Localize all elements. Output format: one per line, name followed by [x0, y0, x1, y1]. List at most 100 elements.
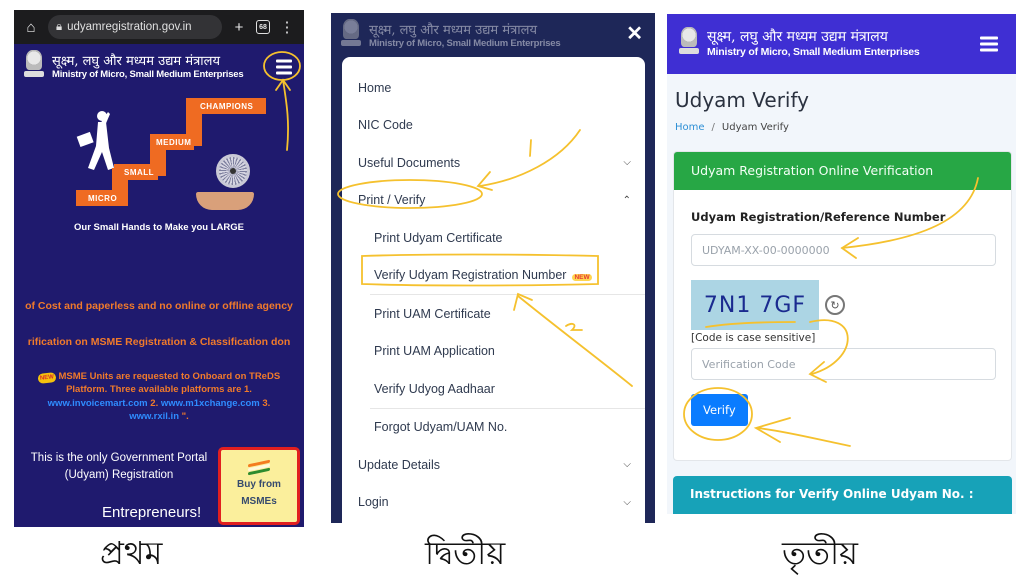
breadcrumb-home[interactable]: Home — [675, 122, 705, 133]
govt-line-1: This is the only Government Portal — [30, 452, 208, 464]
buy-label-line1: Buy from — [237, 478, 281, 490]
govt-portal-text: This is the only Government Portal (Udya… — [14, 450, 224, 483]
menu-label: Verify Udyam Registration Number — [374, 268, 567, 283]
verify-button[interactable]: Verify — [691, 394, 748, 426]
notice-separator: 3. — [259, 397, 271, 409]
url-text: udyamregistration.gov.in — [67, 21, 192, 33]
menu-label: Home — [358, 80, 392, 95]
buy-label-line2: MSMEs — [241, 496, 277, 507]
entrepreneurs-text: Entrepreneurs! — [102, 504, 202, 521]
menu-item-verify-udyam-registration[interactable]: Verify Udyam Registration Number NEW — [342, 257, 645, 295]
new-badge: NEW — [37, 372, 57, 385]
ministry-title-english: Ministry of Micro, Small Medium Enterpri… — [369, 38, 561, 50]
stair-label-micro: MICRO — [88, 194, 118, 203]
breadcrumb-current: Udyam Verify — [721, 122, 789, 133]
marquee-text-2: rification on MSME Registration & Classi… — [27, 336, 291, 348]
panel-first-home: ⌂ 🔒︎ udyamregistration.gov.in + 68 ⋮ सूक… — [14, 10, 304, 527]
refresh-captcha-icon[interactable]: ↻ — [825, 295, 845, 315]
menu-label: Verify Udyog Aadhaar — [374, 381, 495, 396]
notice-text: MSME Units are requested to Onboard on T… — [58, 371, 281, 396]
hamburger-menu-icon[interactable] — [276, 59, 292, 75]
card-header: Udyam Registration Online Verification — [674, 152, 1011, 190]
panel-second-menu: सूक्ष्म, लघु और मध्यम उद्यम मंत्रालय Min… — [331, 13, 655, 523]
panel-third-verify: सूक्ष्म, लघु और मध्यम उद्यम मंत्रालय Min… — [667, 14, 1016, 514]
registration-number-label: Udyam Registration/Reference Number — [691, 210, 946, 224]
caption-first: প্রথম — [100, 534, 163, 572]
businessman-climbing-icon — [76, 111, 114, 170]
treds-notice: NEW MSME Units are requested to Onboard … — [26, 370, 292, 423]
caption-third: তৃতীয় — [782, 534, 859, 572]
home-icon[interactable]: ⌂ — [22, 19, 40, 36]
menu-item-nic-code[interactable]: NIC Code — [342, 107, 645, 145]
new-tab-icon[interactable]: + — [230, 19, 248, 36]
banner-tagline: Our Small Hands to Make you LARGE — [74, 222, 244, 233]
link-invoicemart[interactable]: www.invoicemart.com — [48, 398, 148, 409]
menu-label: Print UAM Certificate — [374, 306, 491, 321]
menu-item-update-details[interactable]: Update Details ⌵ — [342, 446, 645, 484]
site-header: सूक्ष्म, लघु और मध्यम उद्यम मंत्रालय Min… — [14, 44, 304, 90]
link-m1xchange[interactable]: www.m1xchange.com — [161, 398, 260, 409]
menu-label: Useful Documents — [358, 155, 461, 170]
browser-toolbar: ⌂ 🔒︎ udyamregistration.gov.in + 68 ⋮ — [14, 10, 304, 44]
chevron-down-icon: ⌵ — [623, 496, 631, 508]
notice-separator: 2. — [147, 397, 161, 409]
ministry-title-hindi: सूक्ष्म, लघु और मध्यम उद्यम मंत्रालय — [707, 29, 888, 46]
menu-item-print-verify[interactable]: Print / Verify ⌃ — [342, 182, 645, 220]
tutorial-composite: ⌂ 🔒︎ udyamregistration.gov.in + 68 ⋮ सूक… — [0, 0, 1024, 576]
lock-icon: 🔒︎ — [56, 20, 63, 33]
menu-item-useful-documents[interactable]: Useful Documents ⌵ — [342, 144, 645, 182]
menu-label: Print UAM Application — [374, 344, 495, 359]
chevron-down-icon: ⌵ — [623, 157, 631, 169]
menu-item-login[interactable]: Login ⌵ — [342, 484, 645, 522]
menu-item-forgot-udyam-uam[interactable]: Forgot Udyam/UAM No. — [342, 409, 645, 447]
menu-label: Forgot Udyam/UAM No. — [374, 420, 508, 435]
tab-switcher-icon[interactable]: 68 — [256, 20, 270, 34]
charkha-wheel-icon — [216, 154, 250, 188]
close-icon[interactable]: ✕ — [626, 21, 643, 46]
address-bar[interactable]: 🔒︎ udyamregistration.gov.in — [48, 15, 222, 39]
instructions-header: Instructions for Verify Online Udyam No.… — [673, 476, 1012, 514]
marquee-text-1: of Cost and paperless and no online or o… — [25, 300, 293, 312]
menu-label: Login — [358, 495, 389, 510]
ministry-title-english: Ministry of Micro, Small Medium Enterpri… — [707, 46, 920, 59]
national-emblem-icon — [677, 27, 701, 61]
ministry-title-english: Ministry of Micro, Small Medium Enterpri… — [52, 69, 244, 81]
chevron-up-icon: ⌃ — [622, 194, 631, 206]
menu-label: Print / Verify — [358, 193, 426, 208]
menu-item-home[interactable]: Home — [342, 69, 645, 107]
hero-banner: MICRO SMALL MEDIUM CHAMPIONS Our Small H… — [14, 94, 304, 244]
more-menu-icon[interactable]: ⋮ — [278, 18, 296, 36]
stair-label-small: SMALL — [124, 168, 155, 177]
registration-number-input[interactable] — [691, 234, 996, 266]
menu-item-print-uam-application[interactable]: Print UAM Application — [342, 333, 645, 371]
menu-item-print-udyam-certificate[interactable]: Print Udyam Certificate — [342, 219, 645, 257]
menu-item-print-uam-certificate[interactable]: Print UAM Certificate — [342, 295, 645, 333]
link-rxil[interactable]: www.rxil.in — [129, 411, 179, 422]
verification-code-input[interactable] — [691, 348, 996, 380]
menu-label: Print Udyam Certificate — [374, 230, 503, 245]
menu-item-verify-udyog-aadhaar[interactable]: Verify Udyog Aadhaar — [342, 370, 645, 408]
notice-tail: ". — [179, 410, 189, 422]
navigation-menu: Home NIC Code Useful Documents ⌵ Print / … — [342, 57, 645, 523]
stair-label-medium: MEDIUM — [156, 138, 192, 147]
captcha-image: 7N1 7GF — [691, 280, 819, 330]
national-emblem-icon — [22, 50, 46, 84]
menu-label: Update Details — [358, 457, 440, 472]
tricolor-flag-icon — [248, 459, 270, 476]
site-header-dimmed: सूक्ष्म, लघु और मध्यम उद्यम मंत्रालय Min… — [331, 13, 655, 59]
stair-label-champions: CHAMPIONS — [200, 102, 254, 111]
buy-from-msmes-button[interactable]: Buy from MSMEs — [218, 447, 300, 525]
hamburger-menu-icon[interactable] — [980, 36, 998, 52]
verification-card: Udyam Registration Online Verification U… — [673, 151, 1012, 461]
ministry-title-hindi: सूक्ष्म, लघु और मध्यम उद्यम मंत्रालय — [52, 53, 220, 69]
ministry-title-hindi: सूक्ष्म, लघु और मध्यम उद्यम मंत्रालय — [369, 22, 537, 38]
breadcrumb: Home / Udyam Verify — [667, 112, 1016, 133]
national-emblem-icon — [339, 19, 363, 53]
hand-icon — [196, 192, 254, 210]
page-title: Udyam Verify — [675, 88, 810, 112]
govt-line-2: (Udyam) Registration — [64, 468, 174, 481]
case-sensitive-note: [Code is case sensitive] — [691, 332, 816, 344]
menu-label: NIC Code — [358, 118, 413, 133]
chevron-down-icon: ⌵ — [623, 459, 631, 471]
new-badge: NEW — [572, 274, 592, 282]
